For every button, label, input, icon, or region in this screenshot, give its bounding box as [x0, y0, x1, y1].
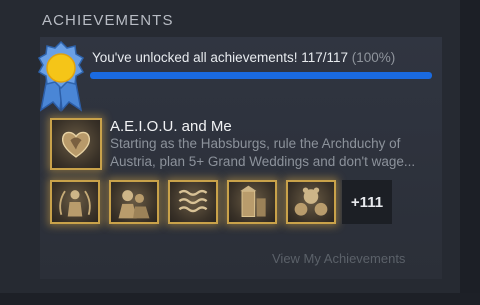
featured-achievement-description: Starting as the Habsburgs, rule the Arch…: [110, 136, 416, 169]
right-edge-strip: [460, 0, 480, 305]
view-my-achievements-link[interactable]: View My Achievements: [272, 251, 405, 266]
soldiers-icon[interactable]: [109, 180, 159, 224]
featured-achievement-title: A.E.I.O.U. and Me: [110, 118, 232, 135]
section-title: ACHIEVEMENTS: [42, 12, 174, 29]
waves-icon[interactable]: [168, 180, 218, 224]
achievement-progress-bar: [90, 72, 432, 79]
bottom-edge-strip: [0, 293, 480, 305]
unlock-summary-label: You've unlocked all achievements! 117/11…: [92, 50, 349, 65]
achievement-progress-fill: [90, 72, 432, 79]
bear-cubs-icon[interactable]: [286, 180, 336, 224]
achievement-ribbon-badge-icon: [33, 40, 89, 112]
unlock-percent: (100%): [351, 50, 396, 65]
unlock-summary-text: You've unlocked all achievements! 117/11…: [92, 50, 395, 65]
lion-heart-shield-icon[interactable]: [50, 118, 102, 170]
tower-map-icon[interactable]: [227, 180, 277, 224]
more-achievements-count[interactable]: +111: [342, 180, 392, 224]
knight-wreath-icon[interactable]: [50, 180, 100, 224]
